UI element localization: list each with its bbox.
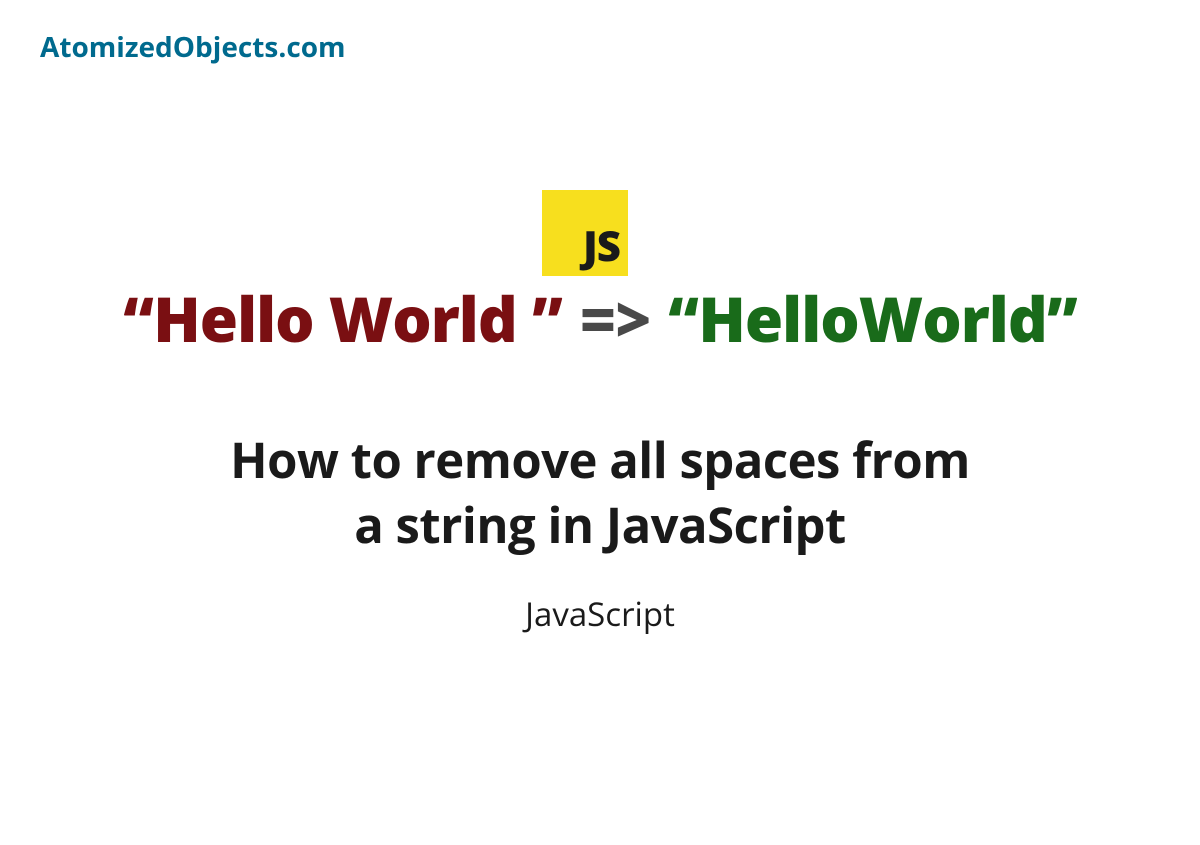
title-line-2: a string in JavaScript [230, 493, 970, 558]
title-line-1: How to remove all spaces from [230, 428, 970, 493]
article-title: How to remove all spaces from a string i… [230, 428, 970, 557]
category-label: JavaScript [525, 591, 675, 636]
code-input-string: “Hello World ” [123, 288, 561, 350]
code-example: “Hello World ” => “HelloWorld” [123, 288, 1076, 350]
js-logo-text: JS [583, 217, 620, 274]
site-brand: AtomizedObjects.com [40, 28, 346, 66]
code-output-string: “HelloWorld” [668, 288, 1076, 350]
arrow-icon: => [580, 288, 651, 350]
js-logo-icon: JS [542, 190, 628, 276]
hero-content: JS “Hello World ” => “HelloWorld” How to… [0, 190, 1200, 636]
